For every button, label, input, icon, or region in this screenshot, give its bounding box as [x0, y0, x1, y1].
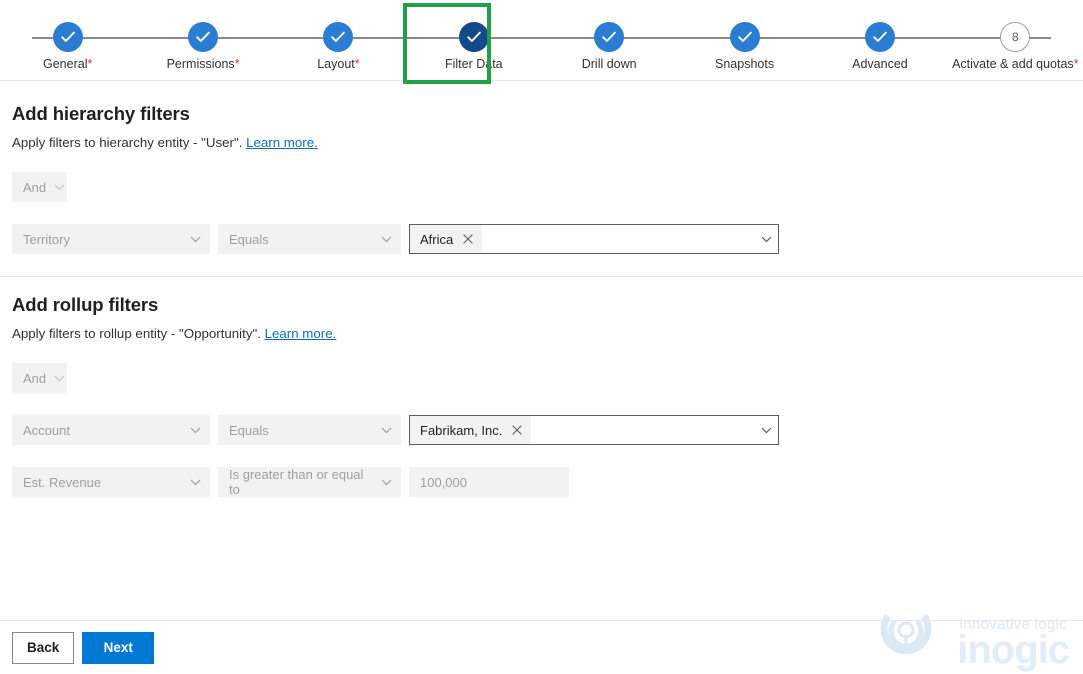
rollup-filters-description: Apply filters to rollup entity - "Opport… [12, 326, 1071, 341]
rollup-conjunction-dropdown[interactable]: And [12, 363, 67, 393]
chevron-down-icon [182, 427, 201, 434]
hierarchy-operator-value: Equals [229, 231, 269, 247]
rollup-field-value-2: Est. Revenue [23, 474, 102, 490]
chevron-down-icon [182, 236, 201, 243]
back-button[interactable]: Back [12, 631, 75, 664]
rollup-filters-description-text: Apply filters to rollup entity - "Opport… [12, 326, 265, 341]
hierarchy-filter-row: Territory Equals Africa [12, 224, 1071, 254]
hierarchy-value-chip: Africa [410, 225, 483, 253]
stepper-step-advanced[interactable]: Advanced [812, 0, 947, 81]
required-asterisk: * [1073, 57, 1079, 71]
rollup-field-dropdown-2[interactable]: Est. Revenue [12, 467, 210, 497]
stepper-step-general[interactable]: General* [0, 0, 135, 81]
rollup-filters-section: Add rollup filters Apply filters to roll… [12, 277, 1071, 497]
rollup-conjunction-row: And [12, 363, 1071, 393]
check-icon [729, 22, 760, 52]
chevron-down-icon [46, 375, 65, 382]
stepper-step-label: Snapshots [715, 57, 775, 71]
rollup-value-text-2: 100,000 [420, 474, 467, 490]
hierarchy-value-multiselect[interactable]: Africa [409, 224, 779, 254]
remove-chip-icon[interactable] [463, 234, 474, 244]
hierarchy-filters-description: Apply filters to hierarchy entity - "Use… [12, 135, 1071, 150]
stepper-step-label: Advanced [852, 57, 908, 71]
rollup-value-chip-label-1: Fabrikam, Inc. [420, 422, 503, 438]
rollup-operator-value-1: Equals [229, 422, 269, 438]
chevron-down-icon [46, 184, 65, 191]
stepper-step-activate-add-quotas[interactable]: 8 Activate & add quotas* [948, 0, 1083, 81]
chevron-down-icon [373, 479, 392, 486]
check-icon [188, 22, 219, 52]
chevron-down-icon [373, 427, 392, 434]
stepper-step-permissions[interactable]: Permissions* [135, 0, 270, 81]
hierarchy-value-chip-label: Africa [420, 231, 454, 247]
chevron-down-icon[interactable] [753, 236, 772, 243]
rollup-field-value-1: Account [23, 422, 70, 438]
stepper-step-label: Layout* [317, 57, 360, 71]
hierarchy-operator-dropdown[interactable]: Equals [218, 224, 401, 254]
rollup-filters-title: Add rollup filters [12, 294, 159, 315]
hierarchy-filters-section: Add hierarchy filters Apply filters to h… [0, 81, 1083, 277]
stepper-step-label: General* [43, 57, 93, 71]
hierarchy-filters-title: Add hierarchy filters [12, 103, 190, 124]
check-icon [864, 22, 895, 52]
rollup-value-multiselect-1[interactable]: Fabrikam, Inc. [409, 415, 779, 445]
hierarchy-field-value: Territory [23, 231, 70, 247]
rollup-operator-dropdown-1[interactable]: Equals [218, 415, 401, 445]
rollup-operator-value-2: Is greater than or equal to [229, 467, 364, 497]
rollup-conjunction-value: And [23, 370, 47, 386]
rollup-field-dropdown-1[interactable]: Account [12, 415, 210, 445]
hierarchy-conjunction-row: And [12, 172, 1071, 202]
step-number-badge: 8 [1000, 22, 1031, 52]
remove-chip-icon[interactable] [512, 425, 523, 435]
stepper-step-label: Activate & add quotas* [952, 57, 1079, 71]
stepper-step-label: Filter Data [444, 57, 503, 71]
filter-data-wizard-page: General* Permissions* Layout* Filter Data Dr… [0, 0, 1083, 674]
rollup-filter-row: Account Equals Fabrikam, Inc. [12, 415, 1071, 445]
wizard-stepper: General* Permissions* Layout* Filter Data Dr… [0, 0, 1083, 84]
next-button[interactable]: Next [82, 631, 155, 664]
hierarchy-learn-more-link[interactable]: Learn more. [246, 135, 318, 150]
rollup-value-chip-1: Fabrikam, Inc. [410, 416, 532, 444]
stepper-step-snapshots[interactable]: Snapshots [677, 0, 812, 81]
check-icon [52, 22, 83, 52]
rollup-filter-row-2: Est. Revenue Is greater than or equal to… [12, 467, 1071, 497]
hierarchy-conjunction-dropdown[interactable]: And [12, 172, 67, 202]
check-icon [458, 22, 489, 52]
check-icon [323, 22, 354, 52]
rollup-learn-more-link[interactable]: Learn more. [265, 326, 337, 341]
stepper-step-label: Drill down [581, 57, 637, 71]
stepper-step-layout[interactable]: Layout* [271, 0, 406, 81]
hierarchy-filters-description-text: Apply filters to hierarchy entity - "Use… [12, 135, 247, 150]
wizard-footer: Back Next [0, 620, 1083, 674]
stepper-step-label: Permissions* [166, 57, 240, 71]
rollup-operator-dropdown-2[interactable]: Is greater than or equal to [218, 467, 401, 497]
hierarchy-field-dropdown[interactable]: Territory [12, 224, 210, 254]
chevron-down-icon [182, 479, 201, 486]
required-asterisk: * [87, 57, 93, 71]
check-icon [594, 22, 625, 52]
stepper-step-drill-down[interactable]: Drill down [542, 0, 677, 81]
hierarchy-conjunction-value: And [23, 179, 47, 195]
chevron-down-icon [373, 236, 392, 243]
chevron-down-icon[interactable] [753, 427, 772, 434]
required-asterisk: * [354, 57, 360, 71]
required-asterisk: * [234, 57, 240, 71]
wizard-content: Add hierarchy filters Apply filters to h… [0, 81, 1083, 497]
rollup-value-input-2[interactable]: 100,000 [409, 467, 569, 497]
stepper-step-filter-data[interactable]: Filter Data [406, 0, 541, 81]
